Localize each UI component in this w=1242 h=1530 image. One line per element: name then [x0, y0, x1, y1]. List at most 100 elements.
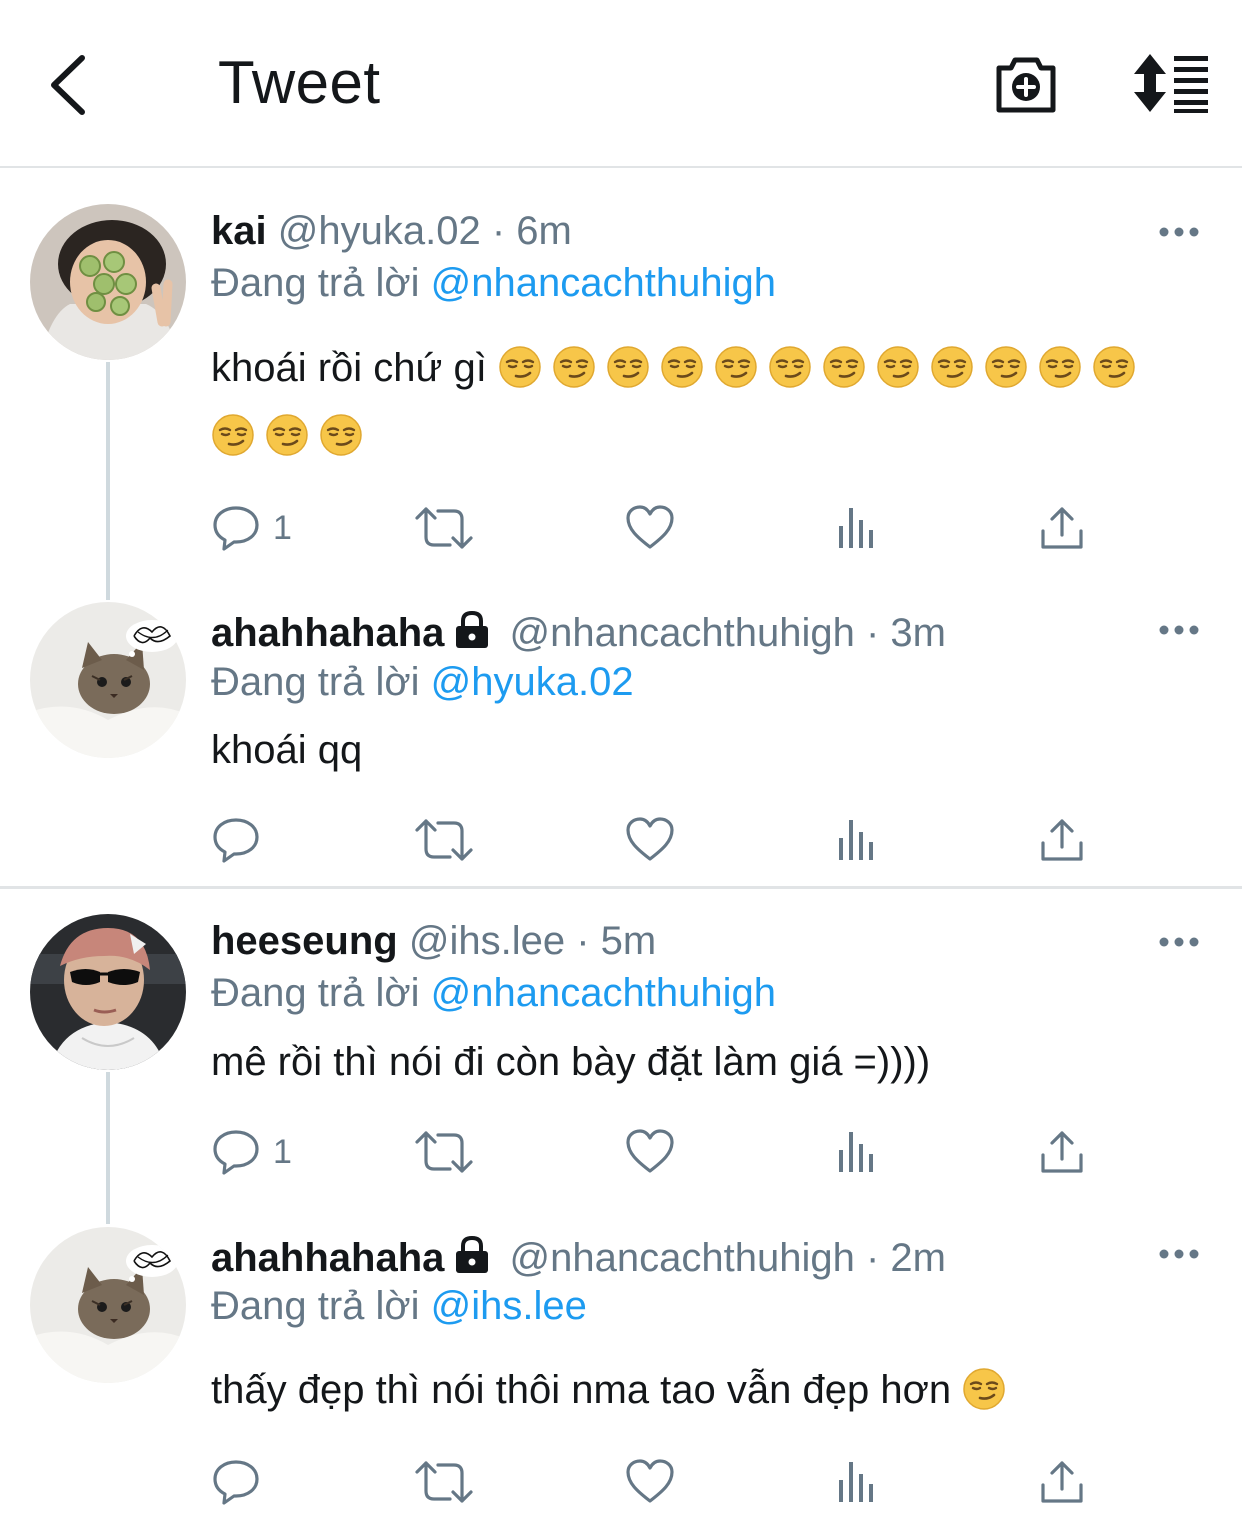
retweet-icon [414, 1457, 474, 1507]
tweet-meta: kai @hyuka.02 · 6m [211, 208, 572, 254]
share-button[interactable] [1039, 498, 1085, 558]
camera-plus-icon [996, 57, 1056, 113]
reply-button[interactable] [211, 810, 273, 870]
share-button[interactable] [1039, 1122, 1085, 1182]
tweet-text-content: khoái rồi chứ gì [211, 346, 487, 390]
stats-icon [835, 1460, 879, 1504]
mention-link[interactable]: @ihs.lee [431, 1284, 587, 1328]
retweet-button[interactable] [414, 498, 474, 558]
more-options-icon[interactable] [1158, 225, 1200, 239]
retweet-button[interactable] [414, 1452, 474, 1512]
smirking-face-icon [1092, 345, 1136, 389]
reply-button[interactable] [211, 1452, 273, 1512]
smirking-face-icon [984, 345, 1028, 389]
back-button[interactable] [40, 50, 100, 120]
author-name[interactable]: kai [211, 209, 267, 253]
tweet-text-content: thấy đẹp thì nói thôi nma tao vẫn đẹp hơ… [211, 1368, 952, 1412]
smirking-face-icon [319, 413, 363, 457]
analytics-button[interactable] [835, 498, 879, 558]
timestamp: 2m [890, 1236, 946, 1280]
smirking-face-icon [552, 345, 596, 389]
tweet-meta: ahahhahaha @nhancachthuhigh · 2m [211, 1235, 946, 1281]
author-handle[interactable]: @hyuka.02 [278, 209, 481, 253]
author-handle[interactable]: @nhancachthuhigh [510, 1236, 855, 1280]
avatar[interactable] [30, 914, 186, 1070]
author-name[interactable]: heeseung [211, 919, 398, 963]
share-icon [1039, 1129, 1085, 1175]
heart-icon [625, 1127, 675, 1177]
mention-link[interactable]: @hyuka.02 [431, 660, 634, 704]
reply-button[interactable]: 1 [211, 1122, 292, 1182]
smirking-face-icon [1038, 345, 1082, 389]
camera-button[interactable] [993, 52, 1059, 116]
more-options-icon[interactable] [1158, 1247, 1200, 1261]
smirking-face-icon [660, 345, 704, 389]
mention-link[interactable]: @nhancachthuhigh [431, 261, 776, 305]
tweet-meta: ahahhahaha @nhancachthuhigh · 3m [211, 610, 946, 656]
separator-dot: · [865, 611, 880, 655]
author-name[interactable]: ahahhahaha [211, 1236, 444, 1280]
stats-icon [835, 506, 879, 550]
smirking-face-icon [606, 345, 650, 389]
author-handle[interactable]: @ihs.lee [409, 919, 565, 963]
more-options-icon[interactable] [1158, 623, 1200, 637]
author-handle[interactable]: @nhancachthuhigh [510, 611, 855, 655]
reply-icon [211, 1457, 261, 1507]
retweet-icon [414, 503, 474, 553]
more-options-icon[interactable] [1158, 935, 1200, 949]
analytics-button[interactable] [835, 1122, 879, 1182]
tweet-meta: heeseung @ihs.lee · 5m [211, 918, 656, 964]
like-button[interactable] [625, 1122, 675, 1182]
share-button[interactable] [1039, 810, 1085, 870]
avatar[interactable] [30, 602, 186, 758]
reply-icon [211, 1127, 261, 1177]
replying-to: Đang trả lời @hyuka.02 [211, 659, 634, 705]
replying-to: Đang trả lời @nhancachthuhigh [211, 260, 776, 306]
thread-line [106, 362, 110, 600]
heart-icon [625, 1457, 675, 1507]
smirking-face-icon [876, 345, 920, 389]
replying-to: Đang trả lời @nhancachthuhigh [211, 970, 776, 1016]
avatar[interactable] [30, 204, 186, 360]
share-icon [1039, 817, 1085, 863]
tweet-actions: 1 [211, 1122, 1111, 1182]
reply-icon [211, 503, 261, 553]
mention-link[interactable]: @nhancachthuhigh [431, 971, 776, 1015]
analytics-button[interactable] [835, 1452, 879, 1512]
share-button[interactable] [1039, 1452, 1085, 1512]
replying-to-label: Đang trả lời [211, 1284, 420, 1328]
sort-button[interactable] [1130, 52, 1210, 114]
heart-icon [625, 503, 675, 553]
lock-icon [452, 1235, 492, 1275]
tweet-actions: 1 [211, 498, 1111, 558]
reply-button[interactable]: 1 [211, 498, 292, 558]
avatar[interactable] [30, 1227, 186, 1383]
replying-to: Đang trả lời @ihs.lee [211, 1283, 587, 1329]
heart-icon [625, 815, 675, 865]
share-icon [1039, 1459, 1085, 1505]
smirking-face-icon [962, 1367, 1006, 1411]
smirking-face-icon [265, 413, 309, 457]
smirking-face-icon [822, 345, 866, 389]
tweet-actions [211, 810, 1111, 870]
thread-divider [0, 886, 1242, 889]
tweet-text: khoái rồi chứ gì [211, 334, 1191, 470]
analytics-button[interactable] [835, 810, 879, 870]
smirking-face-icon [211, 413, 255, 457]
tweet-text: mê rồi thì nói đi còn bày đặt làm giá =)… [211, 1028, 1191, 1096]
timestamp: 5m [600, 919, 657, 963]
stats-icon [835, 1130, 879, 1174]
reply-count: 1 [273, 508, 292, 547]
reply-count: 1 [273, 1132, 292, 1171]
chevron-left-icon [51, 55, 85, 115]
like-button[interactable] [625, 1452, 675, 1512]
retweet-button[interactable] [414, 810, 474, 870]
smirking-face-icon [930, 345, 974, 389]
like-button[interactable] [625, 498, 675, 558]
share-icon [1039, 505, 1085, 551]
like-button[interactable] [625, 810, 675, 870]
retweet-button[interactable] [414, 1122, 474, 1182]
tweet-text: khoái qq [211, 716, 1191, 784]
stats-icon [835, 818, 879, 862]
author-name[interactable]: ahahhahaha [211, 611, 444, 655]
